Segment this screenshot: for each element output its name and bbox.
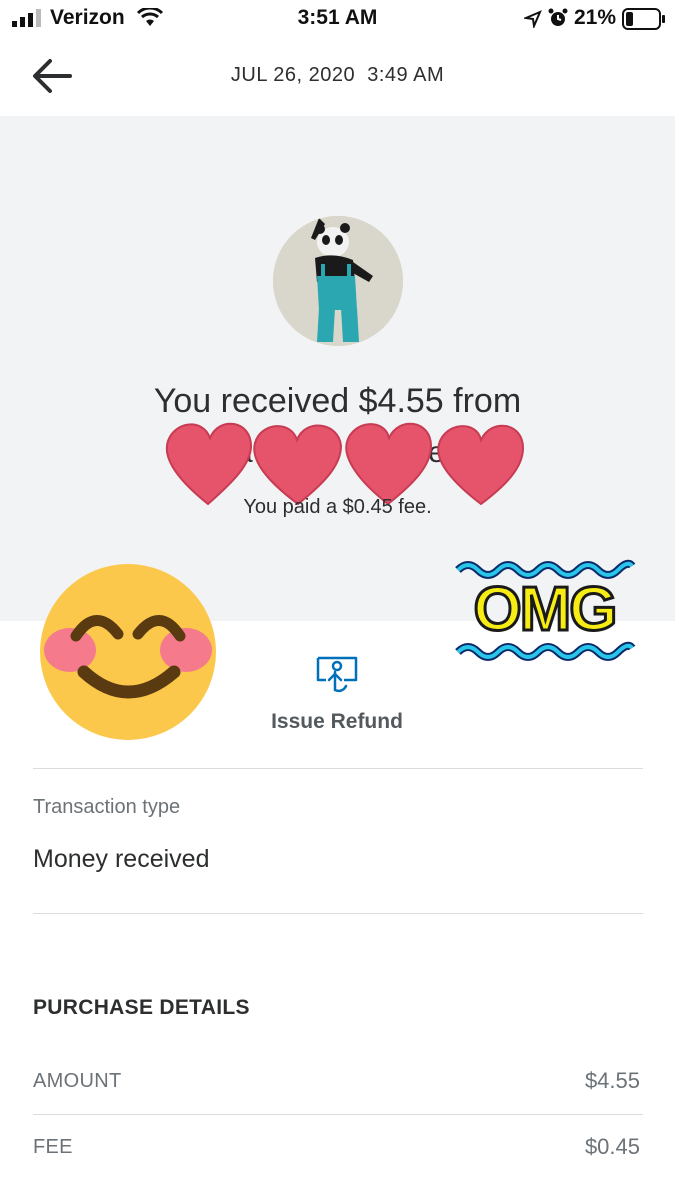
divider [33, 1114, 643, 1115]
divider [33, 768, 643, 769]
refund-icon [316, 656, 358, 693]
transaction-type-value: Money received [33, 845, 210, 873]
divider [33, 913, 643, 914]
panda-figure-image [273, 216, 403, 346]
battery-percent: 21% [574, 6, 617, 29]
transaction-summary: You received $4.55 from a e You paid a $… [0, 116, 675, 621]
location-icon [524, 10, 542, 28]
issue-refund-label: Issue Refund [271, 710, 403, 733]
issue-refund-button[interactable]: Issue Refund [237, 650, 437, 750]
heart-icon [437, 424, 525, 506]
avatar [273, 216, 403, 346]
transaction-type-label: Transaction type [33, 796, 181, 818]
heart-icon [165, 422, 253, 506]
amount-value: $4.55 [584, 1068, 640, 1093]
smiling-face-sticker-icon [40, 564, 216, 740]
heart-stickers [165, 422, 525, 506]
top-bar: JUL 26, 2020 3:49 AM [0, 38, 675, 116]
purchase-details-title: PURCHASE DETAILS [33, 996, 250, 1019]
transaction-datetime: JUL 26, 2020 3:49 AM [230, 64, 445, 86]
fee-note: You paid a $0.45 fee. [243, 496, 432, 518]
omg-sticker: OMG [452, 556, 637, 666]
heart-icon [345, 422, 433, 506]
battery-icon [622, 8, 665, 30]
amount-label: AMOUNT [33, 1070, 122, 1092]
omg-text: OMG [472, 575, 619, 644]
fee-value: $0.45 [584, 1134, 640, 1159]
heart-icon [253, 424, 343, 506]
alarm-icon [548, 8, 568, 26]
status-bar: Verizon 3:51 AM 21% [0, 0, 675, 38]
fee-label: FEE [33, 1136, 73, 1158]
